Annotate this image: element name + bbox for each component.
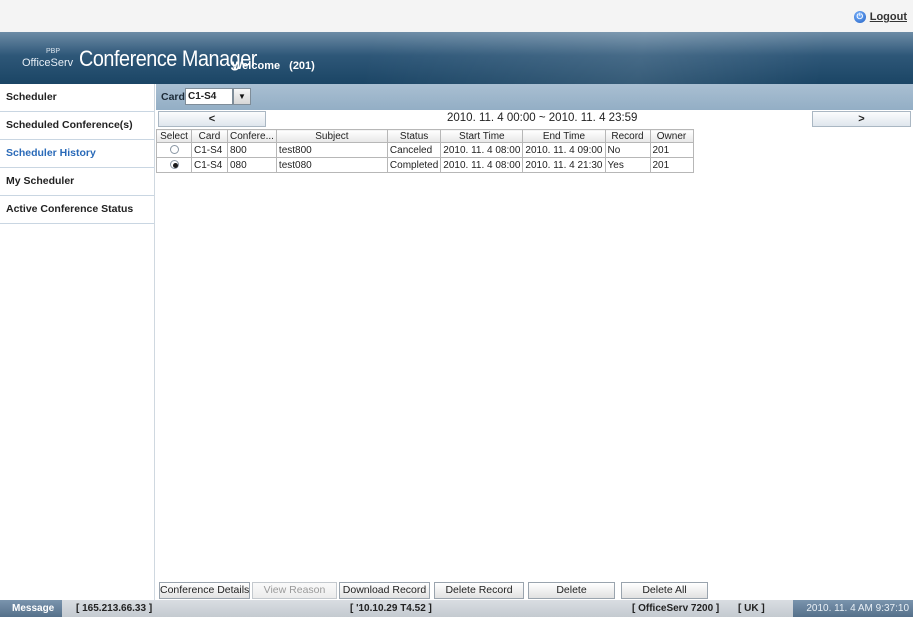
card-cell: C1-S4 [191,142,228,158]
subject-cell: test800 [275,142,388,158]
sidebar-item-my-scheduler[interactable]: My Scheduler [0,168,154,196]
history-table: Select Card Confere... Subject Status St… [156,129,694,173]
owner-cell: 201 [649,142,694,158]
owner-cell: 201 [649,157,694,173]
end-time-cell: 2010. 11. 4 21:30 [522,157,606,173]
date-navigator: < 2010. 11. 4 00:00 ~ 2010. 11. 4 23:59 … [156,110,913,128]
column-header[interactable]: Status [386,129,442,143]
row-radio[interactable] [169,145,179,155]
content-area [156,128,913,578]
card-bar: Card C1-S4 ▼ [156,84,913,110]
record-cell: No [604,142,651,158]
column-header[interactable]: Subject [275,129,388,143]
record-cell: Yes [604,157,651,173]
clock: 2010. 11. 4 AM 9:37:10 [793,600,913,617]
top-bar: ⏻ Logout [0,0,913,32]
card-select[interactable]: C1-S4 [185,88,233,105]
welcome-text: Welcome (201) [232,60,315,72]
status-cell: Canceled [386,142,442,158]
start-time-cell: 2010. 11. 4 08:00 [440,157,524,173]
sidebar-item-scheduled-conferences[interactable]: Scheduled Conference(s) [0,112,154,140]
delete-all-button[interactable]: Delete All [621,582,708,599]
welcome-user: (201) [289,60,315,72]
table-row[interactable]: C1-S4 080 test080 Completed 2010. 11. 4 … [156,157,694,173]
ip-status: [ 165.213.66.33 ] [76,603,153,614]
sidebar-item-active-conference-status[interactable]: Active Conference Status [0,196,154,224]
card-label: Card [161,91,185,103]
locale-status: [ UK ] [738,603,765,614]
officeserv-logo: PBP OfficeServ [22,48,74,69]
prev-day-button[interactable]: < [158,111,266,127]
header-banner: PBP OfficeServ Conference Manager Welcom… [0,32,913,84]
delete-button[interactable]: Delete [528,582,615,599]
column-header[interactable]: Card [191,129,228,143]
column-header[interactable]: End Time [522,129,606,143]
select-cell[interactable] [156,142,192,158]
logout-link[interactable]: ⏻ Logout [853,11,907,23]
logout-label[interactable]: Logout [870,11,907,23]
view-reason-button[interactable]: View Reason [252,582,337,599]
column-header[interactable]: Select [156,129,192,143]
chevron-down-icon[interactable]: ▼ [233,88,251,105]
status-cell: Completed [386,157,442,173]
delete-record-button[interactable]: Delete Record [434,582,524,599]
next-day-button[interactable]: > [812,111,911,127]
version-status: [ '10.10.29 T4.52 ] [350,603,432,614]
status-bar: Message [ 165.213.66.33 ] [ '10.10.29 T4… [0,600,913,617]
sidebar: Scheduler Scheduled Conference(s) Schedu… [0,84,155,600]
action-bar: Conference Details View Reason Download … [156,580,913,600]
download-record-button[interactable]: Download Record [339,582,430,599]
column-header[interactable]: Owner [649,129,694,143]
start-time-cell: 2010. 11. 4 08:00 [440,142,524,158]
conference-cell: 080 [227,157,277,173]
system-status: [ OfficeServ 7200 ] [632,603,720,614]
conference-cell: 800 [227,142,277,158]
table-row[interactable]: C1-S4 800 test800 Canceled 2010. 11. 4 0… [156,142,694,158]
conference-details-button[interactable]: Conference Details [159,582,250,599]
sidebar-item-scheduler-history[interactable]: Scheduler History [0,140,154,168]
column-header[interactable]: Record [604,129,651,143]
app-title: Conference Manager [79,46,258,71]
sidebar-item-scheduler[interactable]: Scheduler [0,84,154,112]
column-header[interactable]: Confere... [227,129,277,143]
table-header-row: Select Card Confere... Subject Status St… [156,129,694,143]
logo-text: OfficeServ [22,57,74,69]
row-radio[interactable] [169,160,179,170]
power-icon: ⏻ [853,11,866,23]
welcome-label: Welcome [232,60,281,72]
column-header[interactable]: Start Time [440,129,524,143]
message-label: Message [0,600,62,617]
select-cell[interactable] [156,157,192,173]
logo-small-text: PBP [46,48,61,55]
subject-cell: test080 [275,157,388,173]
card-cell: C1-S4 [191,157,228,173]
end-time-cell: 2010. 11. 4 09:00 [522,142,606,158]
date-range: 2010. 11. 4 00:00 ~ 2010. 11. 4 23:59 [447,112,638,124]
